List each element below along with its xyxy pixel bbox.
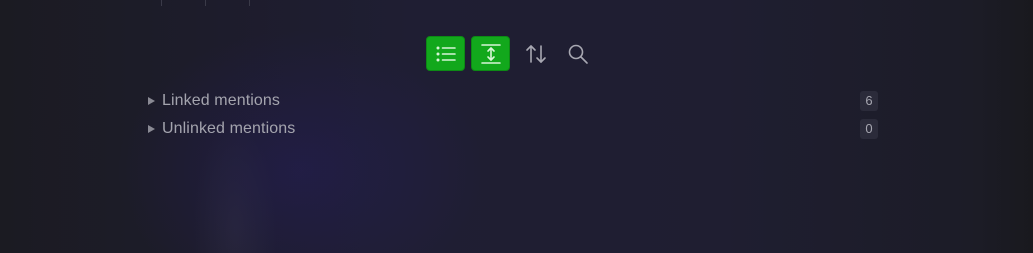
linked-mentions-row[interactable]: Linked mentions 6 [146, 87, 878, 115]
divider [205, 0, 206, 6]
unlinked-mentions-label: Unlinked mentions [162, 120, 296, 137]
collapse-triangle-icon[interactable] [148, 125, 155, 133]
backlinks-toolbar [426, 36, 600, 71]
unlinked-mentions-count: 0 [860, 119, 878, 139]
search-button[interactable] [558, 36, 598, 71]
expand-vertical-icon [480, 43, 501, 64]
collapse-triangle-icon[interactable] [148, 97, 155, 105]
backlinks-pane: Linked mentions 6 Unlinked mentions 0 [146, 87, 878, 143]
search-icon [568, 44, 588, 64]
show-more-context-button[interactable] [471, 36, 510, 71]
collapse-results-button[interactable] [426, 36, 465, 71]
divider [249, 0, 250, 6]
unlinked-mentions-row[interactable]: Unlinked mentions 0 [146, 115, 878, 143]
list-icon [436, 46, 456, 61]
sort-arrows-icon [526, 44, 546, 63]
divider [161, 0, 162, 6]
linked-mentions-label: Linked mentions [162, 92, 281, 109]
sort-order-button[interactable] [516, 36, 556, 71]
linked-mentions-count: 6 [860, 91, 878, 111]
top-dividers [161, 0, 251, 6]
